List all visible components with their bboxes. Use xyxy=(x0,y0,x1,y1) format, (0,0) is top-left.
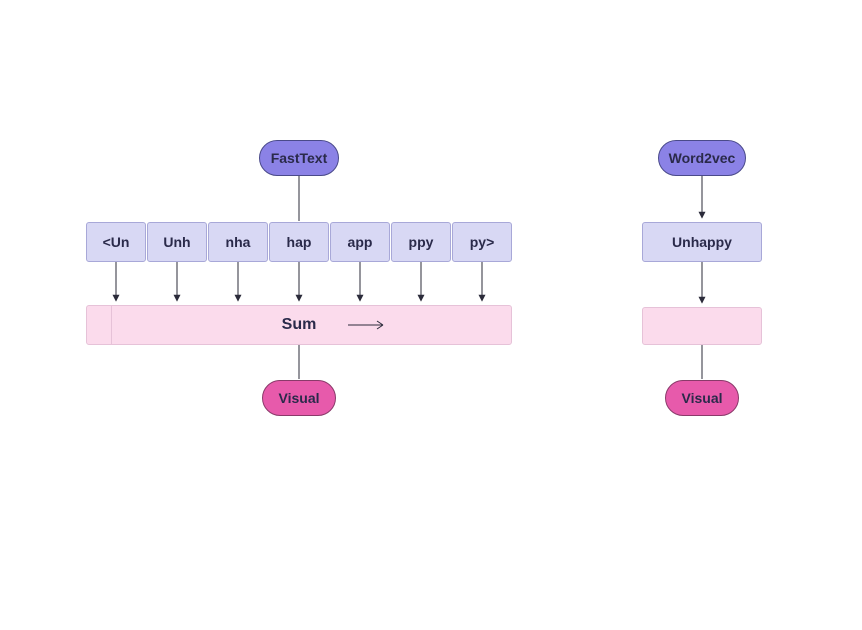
token-label: ppy xyxy=(409,234,434,250)
visual-output-right: Visual xyxy=(665,380,739,416)
token-label: nha xyxy=(226,234,251,250)
word-label: Unhappy xyxy=(672,234,732,250)
token-box-1: Unh xyxy=(147,222,207,262)
token-label: hap xyxy=(287,234,312,250)
sum-bar: Sum xyxy=(86,305,512,345)
token-label: py> xyxy=(470,234,495,250)
token-label: <Un xyxy=(103,234,130,250)
sum-label: Sum xyxy=(87,306,511,344)
token-box-5: ppy xyxy=(391,222,451,262)
visual-output-left: Visual xyxy=(262,380,336,416)
visual-output-label: Visual xyxy=(682,390,723,406)
arrow-right-icon xyxy=(347,319,389,331)
visual-output-label: Visual xyxy=(279,390,320,406)
token-box-0: <Un xyxy=(86,222,146,262)
token-label: app xyxy=(348,234,373,250)
token-box-3: hap xyxy=(269,222,329,262)
token-box-2: nha xyxy=(208,222,268,262)
word-box: Unhappy xyxy=(642,222,762,262)
fasttext-title-pill: FastText xyxy=(259,140,339,176)
word2vec-title-label: Word2vec xyxy=(669,150,736,166)
token-box-6: py> xyxy=(452,222,512,262)
vector-box xyxy=(642,307,762,345)
word2vec-title-pill: Word2vec xyxy=(658,140,746,176)
token-label: Unh xyxy=(163,234,190,250)
diagram-stage: FastText <Un Unh nha hap app ppy py> Sum… xyxy=(0,0,862,630)
token-box-4: app xyxy=(330,222,390,262)
fasttext-title-label: FastText xyxy=(271,150,328,166)
